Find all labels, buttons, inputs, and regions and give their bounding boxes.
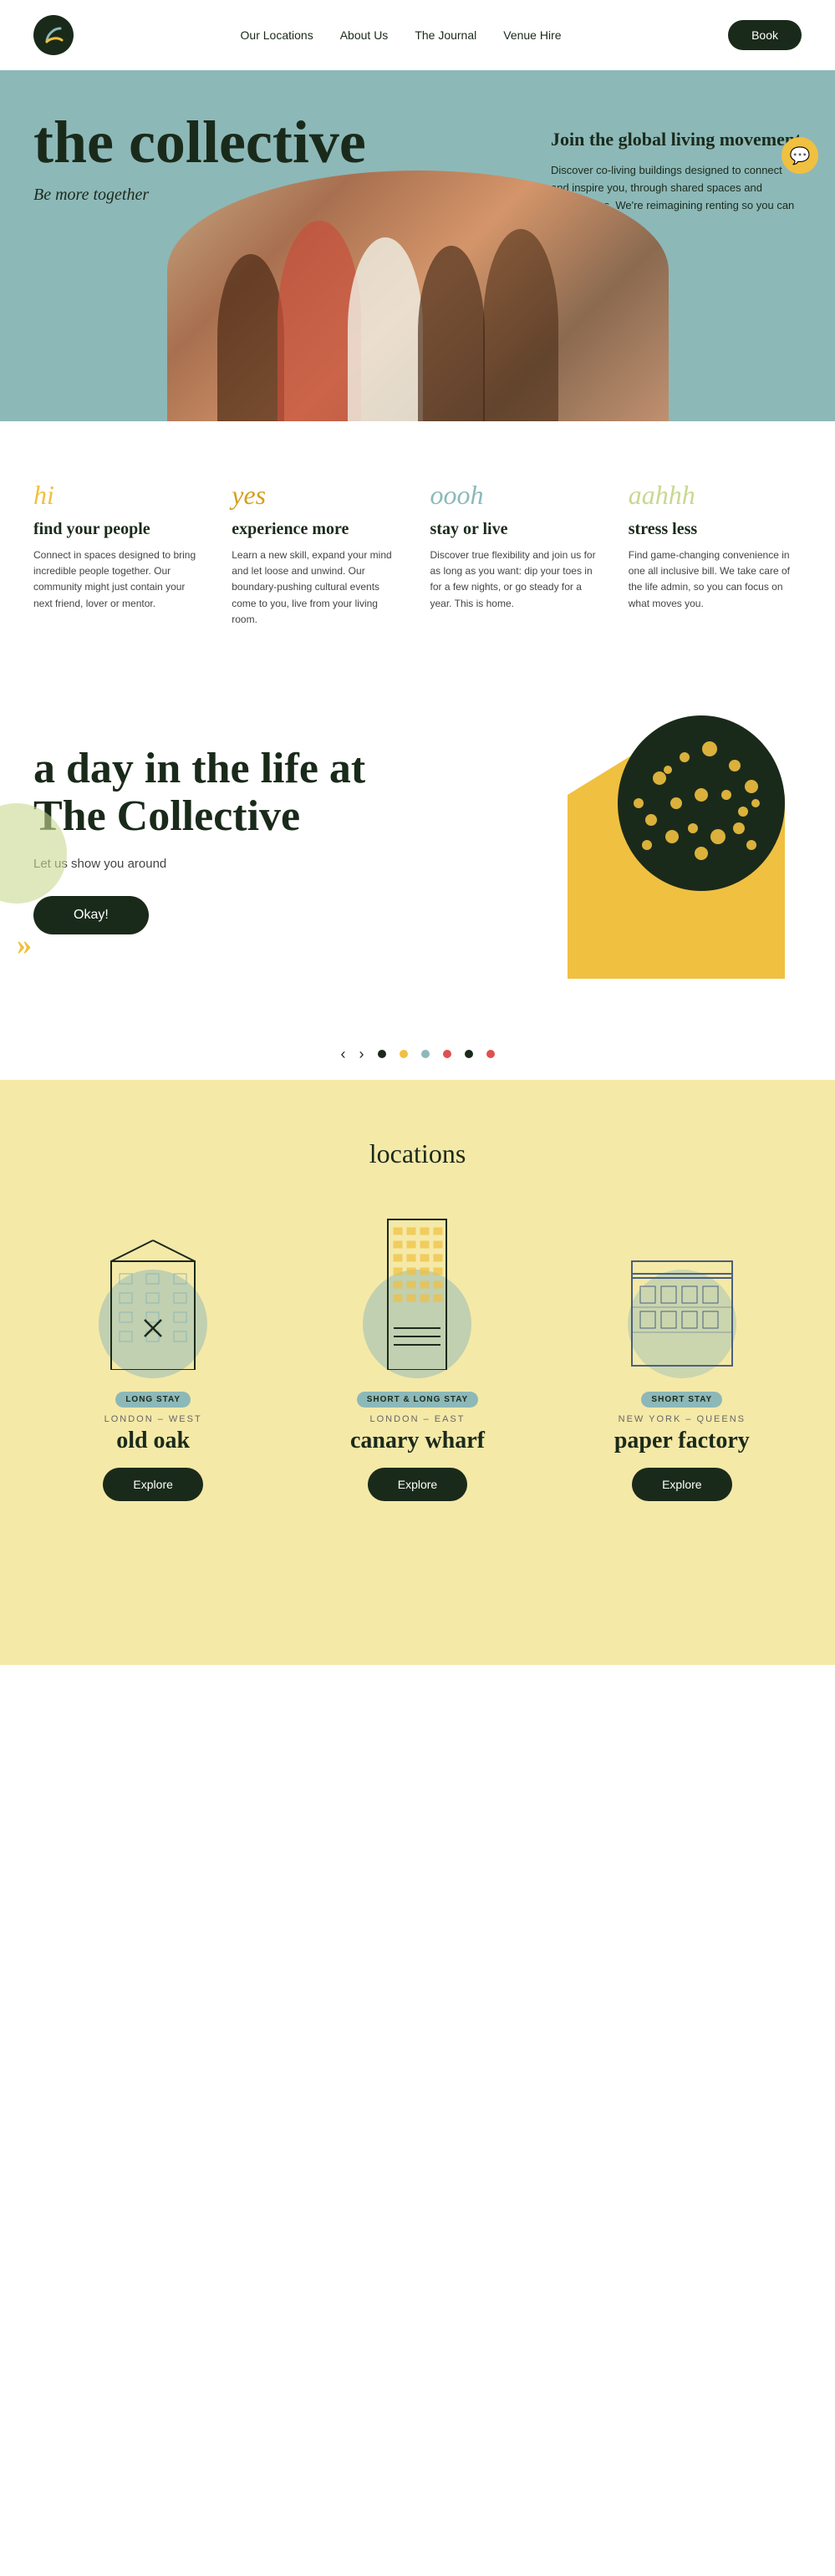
paper-factory-explore[interactable]: Explore [632, 1468, 731, 1501]
canary-wharf-region: LONDON – EAST [369, 1414, 465, 1424]
nav-about-us[interactable]: About Us [340, 28, 389, 42]
locations-title: locations [33, 1138, 802, 1169]
old-oak-name: old oak [116, 1428, 190, 1454]
feature-desc-3: Find game-changing convenience in one al… [629, 547, 802, 612]
feature-word-yes: yes [232, 480, 405, 511]
hero-section: the collective Be more together Join the… [0, 70, 835, 421]
features-section: hi find your people Connect in spaces de… [0, 421, 835, 678]
feature-title-0: find your people [33, 519, 206, 539]
paper-factory-name: paper factory [614, 1428, 750, 1454]
old-oak-illustration [86, 1228, 220, 1378]
feature-find-people: hi find your people Connect in spaces de… [33, 480, 206, 628]
feature-word-oooh: oooh [430, 480, 603, 511]
nav-our-locations[interactable]: Our Locations [241, 28, 313, 42]
feature-desc-0: Connect in spaces designed to bring incr… [33, 547, 206, 612]
locations-section: locations [0, 1080, 835, 1665]
carousel-dot-1[interactable] [400, 1050, 408, 1058]
carousel-dot-4[interactable] [465, 1050, 473, 1058]
feature-word-hi: hi [33, 480, 206, 511]
locations-grid: LONG STAY LONDON – WEST old oak Explore [33, 1211, 802, 1501]
main-nav: Our Locations About Us The Journal Venue… [0, 0, 835, 70]
day-illustration [551, 711, 802, 995]
nav-venue-hire[interactable]: Venue Hire [503, 28, 561, 42]
feature-title-2: stay or live [430, 519, 603, 539]
tree-blob [609, 711, 793, 895]
feature-desc-1: Learn a new skill, expand your mind and … [232, 547, 405, 628]
canary-wharf-explore[interactable]: Explore [368, 1468, 467, 1501]
location-paper-factory: SHORT STAY NEW YORK – QUEENS paper facto… [563, 1228, 802, 1501]
carousel-next[interactable]: › [359, 1046, 364, 1063]
old-oak-region: LONDON – WEST [104, 1414, 202, 1424]
feature-experience: yes experience more Learn a new skill, e… [232, 480, 405, 628]
paper-factory-badge: SHORT STAY [641, 1392, 722, 1408]
building-svg-1 [375, 1211, 459, 1370]
feature-stress-less: aahhh stress less Find game-changing con… [629, 480, 802, 628]
feature-title-3: stress less [629, 519, 802, 539]
hero-tagline: Join the global living movement [551, 129, 802, 150]
hero-title: the collective [33, 112, 517, 172]
paper-factory-illustration [615, 1228, 749, 1378]
carousel-dot-2[interactable] [421, 1050, 430, 1058]
canary-wharf-name: canary wharf [350, 1428, 485, 1454]
paper-factory-region: NEW YORK – QUEENS [619, 1414, 746, 1424]
building-svg-2 [628, 1240, 736, 1370]
carousel-navigation: ‹ › [0, 1029, 835, 1080]
carousel-dot-5[interactable] [486, 1050, 495, 1058]
location-old-oak: LONG STAY LONDON – WEST old oak Explore [33, 1228, 272, 1501]
chat-icon[interactable]: 💬 [782, 137, 818, 174]
arrows-decoration: » [17, 927, 32, 962]
canary-wharf-illustration [350, 1211, 484, 1378]
nav-the-journal[interactable]: The Journal [415, 28, 476, 42]
book-button[interactable]: Book [728, 20, 802, 50]
old-oak-explore[interactable]: Explore [103, 1468, 202, 1501]
feature-stay-live: oooh stay or live Discover true flexibil… [430, 480, 603, 628]
nav-links: Our Locations About Us The Journal Venue… [241, 28, 562, 42]
building-svg-0 [103, 1236, 203, 1370]
day-section: » a day in the life at The Collective Le… [0, 678, 835, 1029]
canary-wharf-badge: SHORT & LONG STAY [357, 1392, 478, 1408]
carousel-prev[interactable]: ‹ [341, 1046, 346, 1063]
hero-image-area [0, 171, 835, 421]
carousel-dot-3[interactable] [443, 1050, 451, 1058]
location-canary-wharf: SHORT & LONG STAY LONDON – EAST canary w… [298, 1211, 537, 1501]
old-oak-badge: LONG STAY [115, 1392, 191, 1408]
okay-button[interactable]: Okay! [33, 896, 149, 934]
feature-title-1: experience more [232, 519, 405, 539]
day-title: a day in the life at The Collective [33, 745, 435, 840]
feature-word-aahhh: aahhh [629, 480, 802, 511]
feature-desc-2: Discover true flexibility and join us fo… [430, 547, 603, 612]
logo[interactable] [33, 15, 74, 55]
carousel-dot-0[interactable] [378, 1050, 386, 1058]
